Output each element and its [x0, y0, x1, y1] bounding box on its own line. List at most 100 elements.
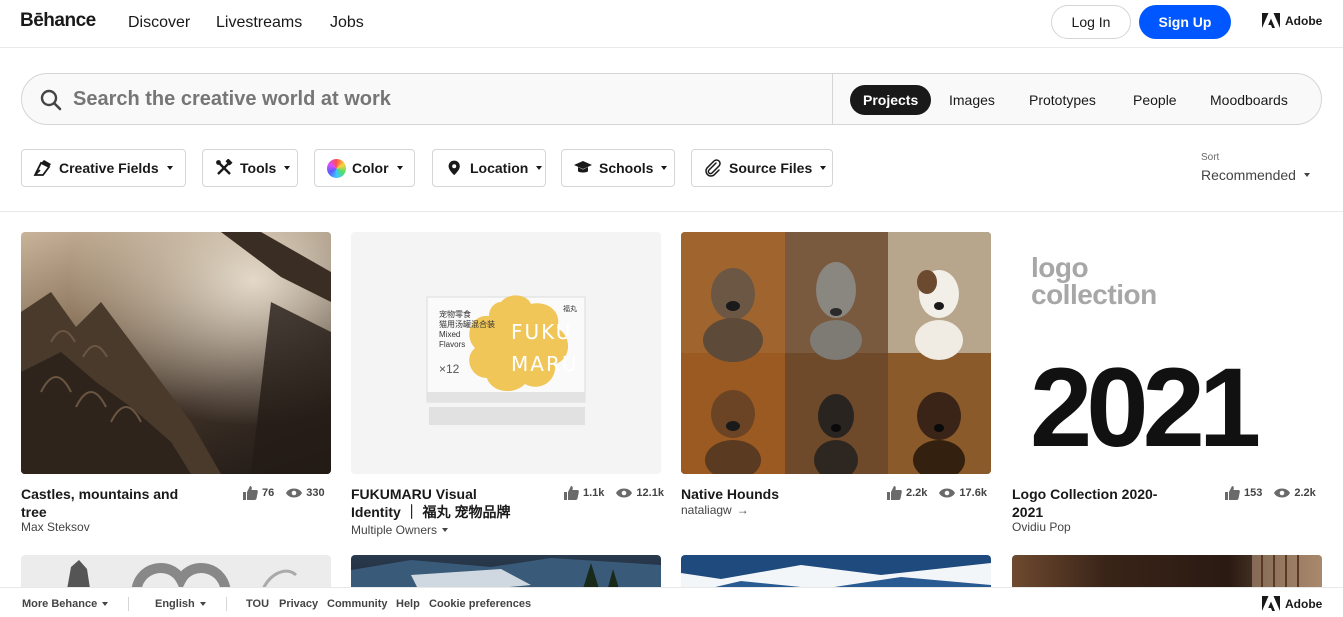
project-title[interactable]: Native Hounds — [681, 485, 779, 503]
project-owner-link[interactable]: nataliagw → — [681, 503, 749, 517]
box-text: 猫用汤罐混合装 — [439, 320, 495, 329]
footer-link-community[interactable]: Community — [327, 598, 388, 610]
location-pin-icon — [444, 158, 464, 178]
thumbs-up-icon — [887, 486, 902, 500]
filter-color[interactable]: Color — [314, 149, 415, 187]
project-stats: 76 330 — [242, 486, 325, 500]
filter-source-files[interactable]: Source Files — [691, 149, 833, 187]
title-line: tree — [21, 504, 47, 520]
search-field-area — [22, 74, 833, 124]
arrow-right-icon: → — [736, 503, 749, 517]
filter-creative-fields[interactable]: Creative Fields — [21, 149, 186, 187]
like-count: 1.1k — [583, 487, 605, 499]
adobe-link[interactable]: Adobe — [1262, 13, 1322, 28]
project-title[interactable]: Logo Collection 2020- 2021 — [1012, 485, 1157, 521]
color-wheel-icon — [326, 158, 346, 178]
tab-images[interactable]: Images — [936, 85, 1008, 115]
castle-artwork — [21, 232, 331, 474]
filter-label: Creative Fields — [59, 160, 159, 176]
chevron-down-icon — [661, 166, 668, 170]
nav-link-jobs[interactable]: Jobs — [330, 14, 364, 32]
filter-schools[interactable]: Schools — [561, 149, 675, 187]
footer-separator — [226, 597, 227, 611]
tab-projects[interactable]: Projects — [850, 85, 932, 115]
chevron-down-icon — [396, 166, 403, 170]
sort-value: Recommended — [1201, 167, 1296, 183]
dog-portraits-grid — [681, 232, 991, 474]
behance-logo[interactable]: Bēhance — [20, 10, 96, 32]
footer-adobe-link[interactable]: Adobe — [1262, 596, 1322, 611]
eye-icon — [616, 488, 633, 498]
project-owner: nataliagw — [681, 503, 732, 517]
chevron-down-icon — [199, 602, 206, 606]
tools-icon — [214, 158, 234, 178]
filter-label: Schools — [599, 160, 654, 176]
filter-label: Color — [352, 160, 389, 176]
heading-line: logo — [1031, 252, 1089, 283]
footer-link-tou[interactable]: TOU — [246, 598, 269, 610]
tab-people[interactable]: People — [1120, 85, 1190, 115]
login-button[interactable]: Log In — [1051, 5, 1131, 39]
filter-divider — [0, 211, 1343, 212]
like-count: 153 — [1244, 487, 1263, 499]
footer-link-help[interactable]: Help — [396, 598, 420, 610]
tab-prototypes[interactable]: Prototypes — [1016, 85, 1109, 115]
footer-more-label: More Behance — [22, 598, 98, 610]
project-owner: Multiple Owners — [351, 523, 438, 537]
adobe-logo-icon — [1262, 596, 1280, 611]
search-input[interactable] — [73, 85, 813, 113]
chevron-down-icon — [820, 166, 827, 170]
project-owner-dropdown[interactable]: Multiple Owners — [351, 523, 449, 537]
thumbs-up-icon — [564, 486, 579, 500]
search-icon — [40, 89, 62, 111]
filter-label: Tools — [240, 160, 277, 176]
nav-link-livestreams[interactable]: Livestreams — [216, 14, 302, 32]
adobe-logo-icon — [1262, 13, 1280, 28]
view-count: 17.6k — [959, 487, 987, 499]
adobe-label: Adobe — [1285, 596, 1323, 611]
footer-link-privacy[interactable]: Privacy — [279, 598, 318, 610]
project-owner[interactable]: Max Steksov — [21, 520, 90, 534]
sort-label: Sort — [1201, 152, 1220, 163]
project-stats: 153 2.2k — [1224, 486, 1316, 500]
footer-link-cookie-preferences[interactable]: Cookie preferences — [429, 598, 531, 610]
project-title[interactable]: Castles, mountains and tree — [21, 485, 178, 521]
title-line: FUKUMARU Visual — [351, 486, 477, 502]
title-line: Logo Collection 2020- — [1012, 486, 1158, 502]
logo-collection-heading: logo collection — [1031, 252, 1157, 310]
footer-more-behance[interactable]: More Behance — [22, 598, 109, 610]
sort-dropdown[interactable]: Recommended — [1201, 167, 1310, 183]
project-stats: 2.2k 17.6k — [886, 486, 987, 500]
box-label: 宠物零食 猫用汤罐混合装 Mixed Flavors — [439, 310, 495, 350]
graduation-cap-icon — [573, 158, 593, 178]
signup-button[interactable]: Sign Up — [1139, 5, 1231, 39]
title-line: Native Hounds — [681, 486, 780, 502]
filter-location[interactable]: Location — [432, 149, 546, 187]
title-line: Identity ｜ 福丸 宠物品牌 — [351, 504, 511, 520]
nav-link-discover[interactable]: Discover — [128, 14, 190, 32]
tab-moodboards[interactable]: Moodboards — [1197, 85, 1301, 115]
filter-tools[interactable]: Tools — [202, 149, 298, 187]
chevron-down-icon — [536, 166, 543, 170]
project-owner[interactable]: Ovidiu Pop — [1012, 520, 1071, 534]
filter-label: Location — [470, 160, 529, 176]
project-stats: 1.1k 12.1k — [563, 486, 664, 500]
heading-line: collection — [1031, 279, 1157, 310]
project-thumbnail-castles[interactable] — [21, 232, 331, 474]
like-count: 2.2k — [906, 487, 928, 499]
view-count: 2.2k — [1294, 487, 1316, 499]
project-thumbnail-fukumaru[interactable]: 宠物零食 猫用汤罐混合装 Mixed Flavors ×12 FUKU MARU… — [351, 232, 661, 474]
box-count: ×12 — [439, 362, 460, 376]
thumbs-up-icon — [243, 486, 258, 500]
project-thumbnail-logo-collection[interactable]: logo collection 2021 — [1012, 232, 1322, 474]
title-line: 2021 — [1012, 504, 1044, 520]
chevron-down-icon — [442, 528, 449, 532]
project-title[interactable]: FUKUMARU Visual Identity ｜ 福丸 宠物品牌 — [351, 485, 510, 521]
top-navigation: Bēhance Discover Livestreams Jobs Log In… — [0, 0, 1343, 48]
chevron-down-icon — [102, 602, 109, 606]
adobe-label: Adobe — [1285, 13, 1323, 28]
footer-language[interactable]: English — [155, 598, 206, 610]
box-kanji: 福丸 — [563, 306, 577, 313]
eye-icon — [1274, 488, 1291, 498]
project-thumbnail-native-hounds[interactable] — [681, 232, 991, 474]
